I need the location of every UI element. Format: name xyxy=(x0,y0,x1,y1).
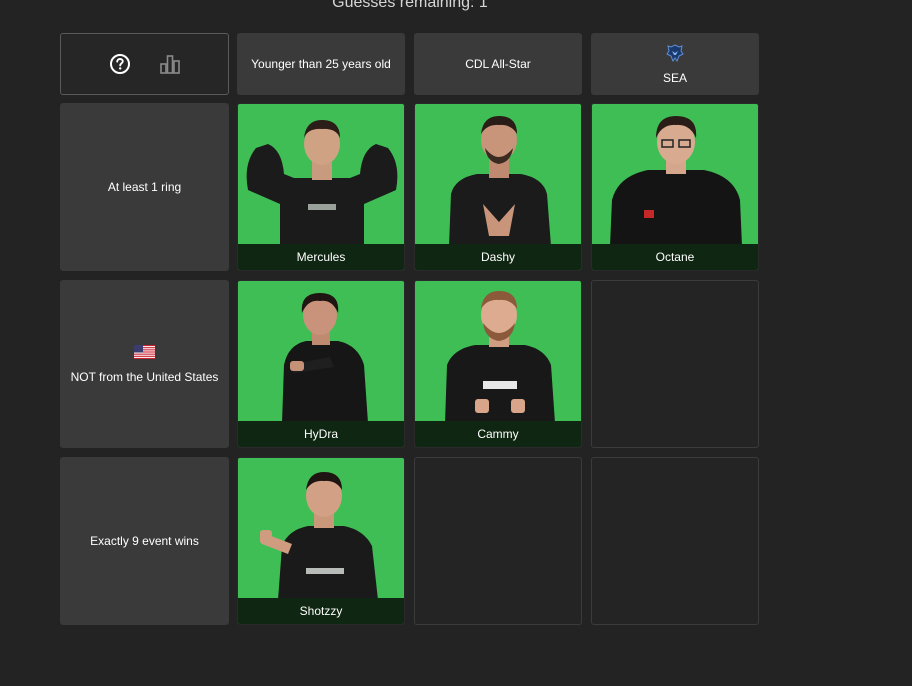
column-header-age[interactable]: Younger than 25 years old xyxy=(237,33,405,95)
grid-cell-player[interactable]: Dashy xyxy=(414,103,582,271)
row-header-event-wins[interactable]: Exactly 9 event wins xyxy=(60,457,229,625)
column-header-label: Younger than 25 years old xyxy=(251,57,391,71)
player-name: Cammy xyxy=(415,421,581,447)
grid-cell-player[interactable]: HyDra xyxy=(237,280,405,448)
player-name: Mercules xyxy=(238,244,404,270)
player-photo xyxy=(282,293,368,423)
player-photo xyxy=(610,116,742,246)
immaculate-grid-page: Guesses remaining: 1 Younger than 25 yea… xyxy=(0,0,912,686)
player-name: HyDra xyxy=(238,421,404,447)
player-photo xyxy=(445,291,555,423)
row-header-nationality[interactable]: NOT from the United States xyxy=(60,280,229,448)
grid-cell-empty[interactable] xyxy=(591,280,759,448)
grid-cell-empty[interactable] xyxy=(414,457,582,625)
help-icon[interactable] xyxy=(107,51,133,77)
player-name: Dashy xyxy=(415,244,581,270)
grid-cell-player[interactable]: Cammy xyxy=(414,280,582,448)
row-header-label: Exactly 9 event wins xyxy=(90,534,199,548)
player-name: Shotzzy xyxy=(238,598,404,624)
grid-cell-player[interactable]: Octane xyxy=(591,103,759,271)
player-photo xyxy=(260,472,378,600)
grid-cell-empty[interactable] xyxy=(591,457,759,625)
bar-chart-icon[interactable] xyxy=(157,51,183,77)
player-name: Octane xyxy=(592,244,758,270)
grid-toolbar xyxy=(60,33,229,95)
us-flag-icon xyxy=(134,344,155,362)
column-header-label: CDL All-Star xyxy=(465,57,531,71)
player-photo xyxy=(246,120,398,246)
grid-cell-player[interactable]: Mercules xyxy=(237,103,405,271)
row-header-label: NOT from the United States xyxy=(70,369,219,384)
row-header-ring[interactable]: At least 1 ring xyxy=(60,103,229,271)
row-header-label: At least 1 ring xyxy=(107,180,182,194)
column-header-all-star[interactable]: CDL All-Star xyxy=(414,33,582,95)
player-photo xyxy=(449,116,551,246)
guesses-remaining: Guesses remaining: 1 xyxy=(332,0,488,11)
column-header-label: SEA xyxy=(662,70,687,85)
seattle-team-logo-icon xyxy=(666,43,684,65)
grid-cell-player[interactable]: Shotzzy xyxy=(237,457,405,625)
column-header-team-sea[interactable]: SEA xyxy=(591,33,759,95)
